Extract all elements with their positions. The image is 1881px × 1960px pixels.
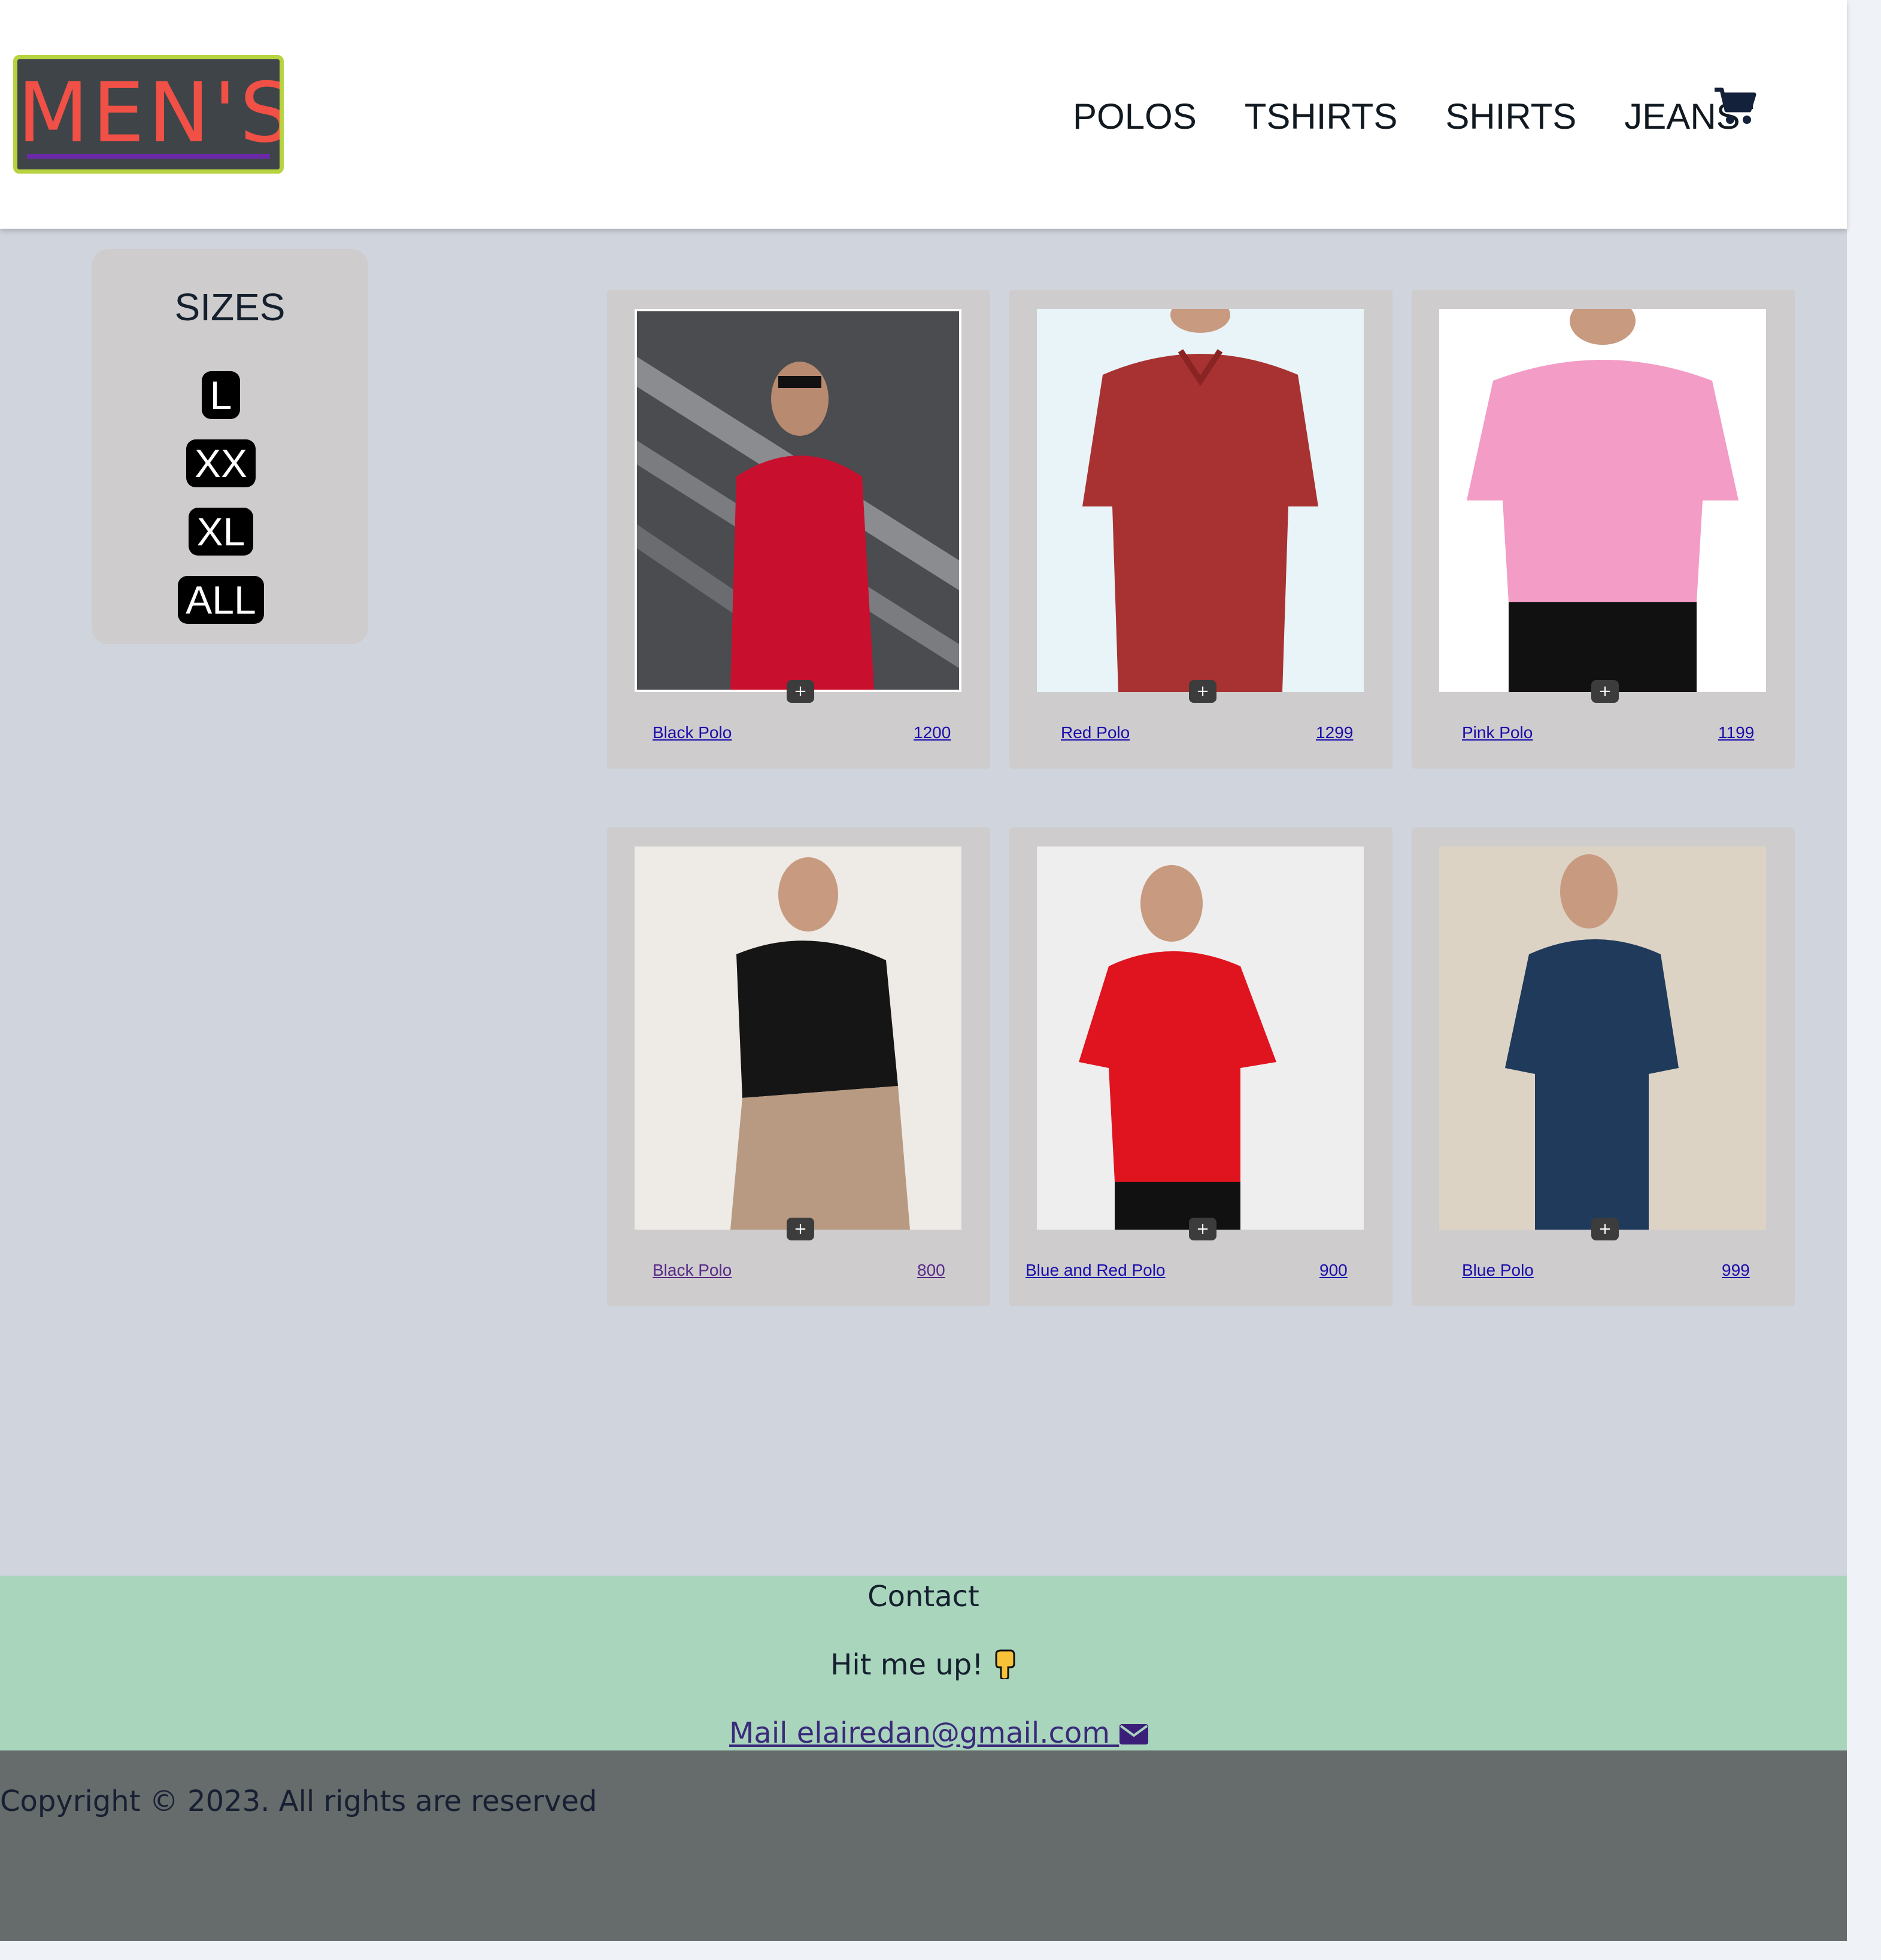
logo-text: MEN'S — [17, 65, 284, 161]
product-name-link[interactable]: Red Polo — [1061, 723, 1130, 742]
envelope-icon — [1120, 1724, 1149, 1744]
add-to-cart-button[interactable]: + — [1189, 1218, 1216, 1240]
logo[interactable]: MEN'S — [13, 55, 284, 174]
add-to-cart-button[interactable]: + — [1591, 1218, 1619, 1240]
mail-link[interactable]: Mail elairedan@gmail.com — [729, 1712, 1149, 1754]
nav-polos[interactable]: POLOS — [1073, 90, 1197, 144]
product-price-link[interactable]: 1199 — [1718, 723, 1754, 742]
product-name-link[interactable]: Black Polo — [653, 723, 732, 742]
contact-title: Contact — [867, 1580, 979, 1613]
product-price-link[interactable]: 800 — [917, 1261, 945, 1280]
site-header: MEN'S POLOS TSHIRTS SHIRTS JEANS — [0, 0, 1847, 229]
logo-underline — [27, 154, 270, 159]
add-to-cart-button[interactable]: + — [787, 1218, 814, 1240]
nav-shirts[interactable]: SHIRTS — [1445, 90, 1576, 144]
hit-me-up-label: Hit me up! — [830, 1648, 984, 1682]
hit-me-up-text: Hit me up! — [0, 1644, 1847, 1686]
product-price-link[interactable]: 1200 — [914, 723, 951, 742]
product-price-link[interactable]: 999 — [1722, 1261, 1750, 1280]
product-price-link[interactable]: 900 — [1319, 1261, 1348, 1280]
size-l-button[interactable]: L — [202, 371, 240, 419]
product-card: + Pink Polo 1199 — [1412, 290, 1795, 769]
product-image[interactable] — [1439, 309, 1766, 692]
nav-tshirts[interactable]: TSHIRTS — [1245, 90, 1398, 144]
product-image[interactable] — [635, 309, 961, 692]
product-image[interactable] — [1037, 309, 1364, 692]
add-to-cart-button[interactable]: + — [1189, 680, 1216, 703]
size-xx-button[interactable]: XX — [186, 439, 256, 487]
size-all-button[interactable]: ALL — [178, 576, 264, 624]
product-name-link[interactable]: Black Polo — [653, 1261, 732, 1280]
product-name-link[interactable]: Blue Polo — [1462, 1261, 1534, 1280]
product-card: + Red Polo 1299 — [1009, 290, 1392, 769]
sizes-title: SIZES — [174, 286, 286, 329]
product-name-link[interactable]: Pink Polo — [1462, 723, 1533, 742]
size-xl-button[interactable]: XL — [189, 508, 253, 556]
product-card: + Blue Polo 999 — [1412, 827, 1795, 1306]
product-price-link[interactable]: 1299 — [1316, 723, 1353, 742]
sizes-panel: SIZES L XX XL ALL — [92, 249, 368, 644]
product-name-link[interactable]: Blue and Red Polo — [1026, 1261, 1166, 1280]
copyright-bar — [0, 1750, 1847, 1941]
product-image[interactable] — [1439, 846, 1766, 1230]
product-image[interactable] — [1037, 846, 1364, 1230]
mail-link-text: Mail elairedan@gmail.com — [729, 1716, 1120, 1750]
pointing-down-hand-icon — [995, 1649, 1015, 1680]
product-card: + Black Polo 800 — [607, 827, 990, 1306]
add-to-cart-button[interactable]: + — [787, 680, 814, 703]
product-image[interactable] — [635, 846, 961, 1230]
copyright-text: Copyright © 2023. All rights are reserve… — [0, 1785, 597, 1818]
product-card: + Black Polo 1200 — [607, 290, 990, 769]
shopping-cart-icon[interactable] — [1713, 86, 1756, 126]
add-to-cart-button[interactable]: + — [1591, 680, 1619, 703]
product-card: + Blue and Red Polo 900 — [1009, 827, 1392, 1306]
main-nav: POLOS TSHIRTS SHIRTS JEANS — [1073, 90, 1788, 144]
